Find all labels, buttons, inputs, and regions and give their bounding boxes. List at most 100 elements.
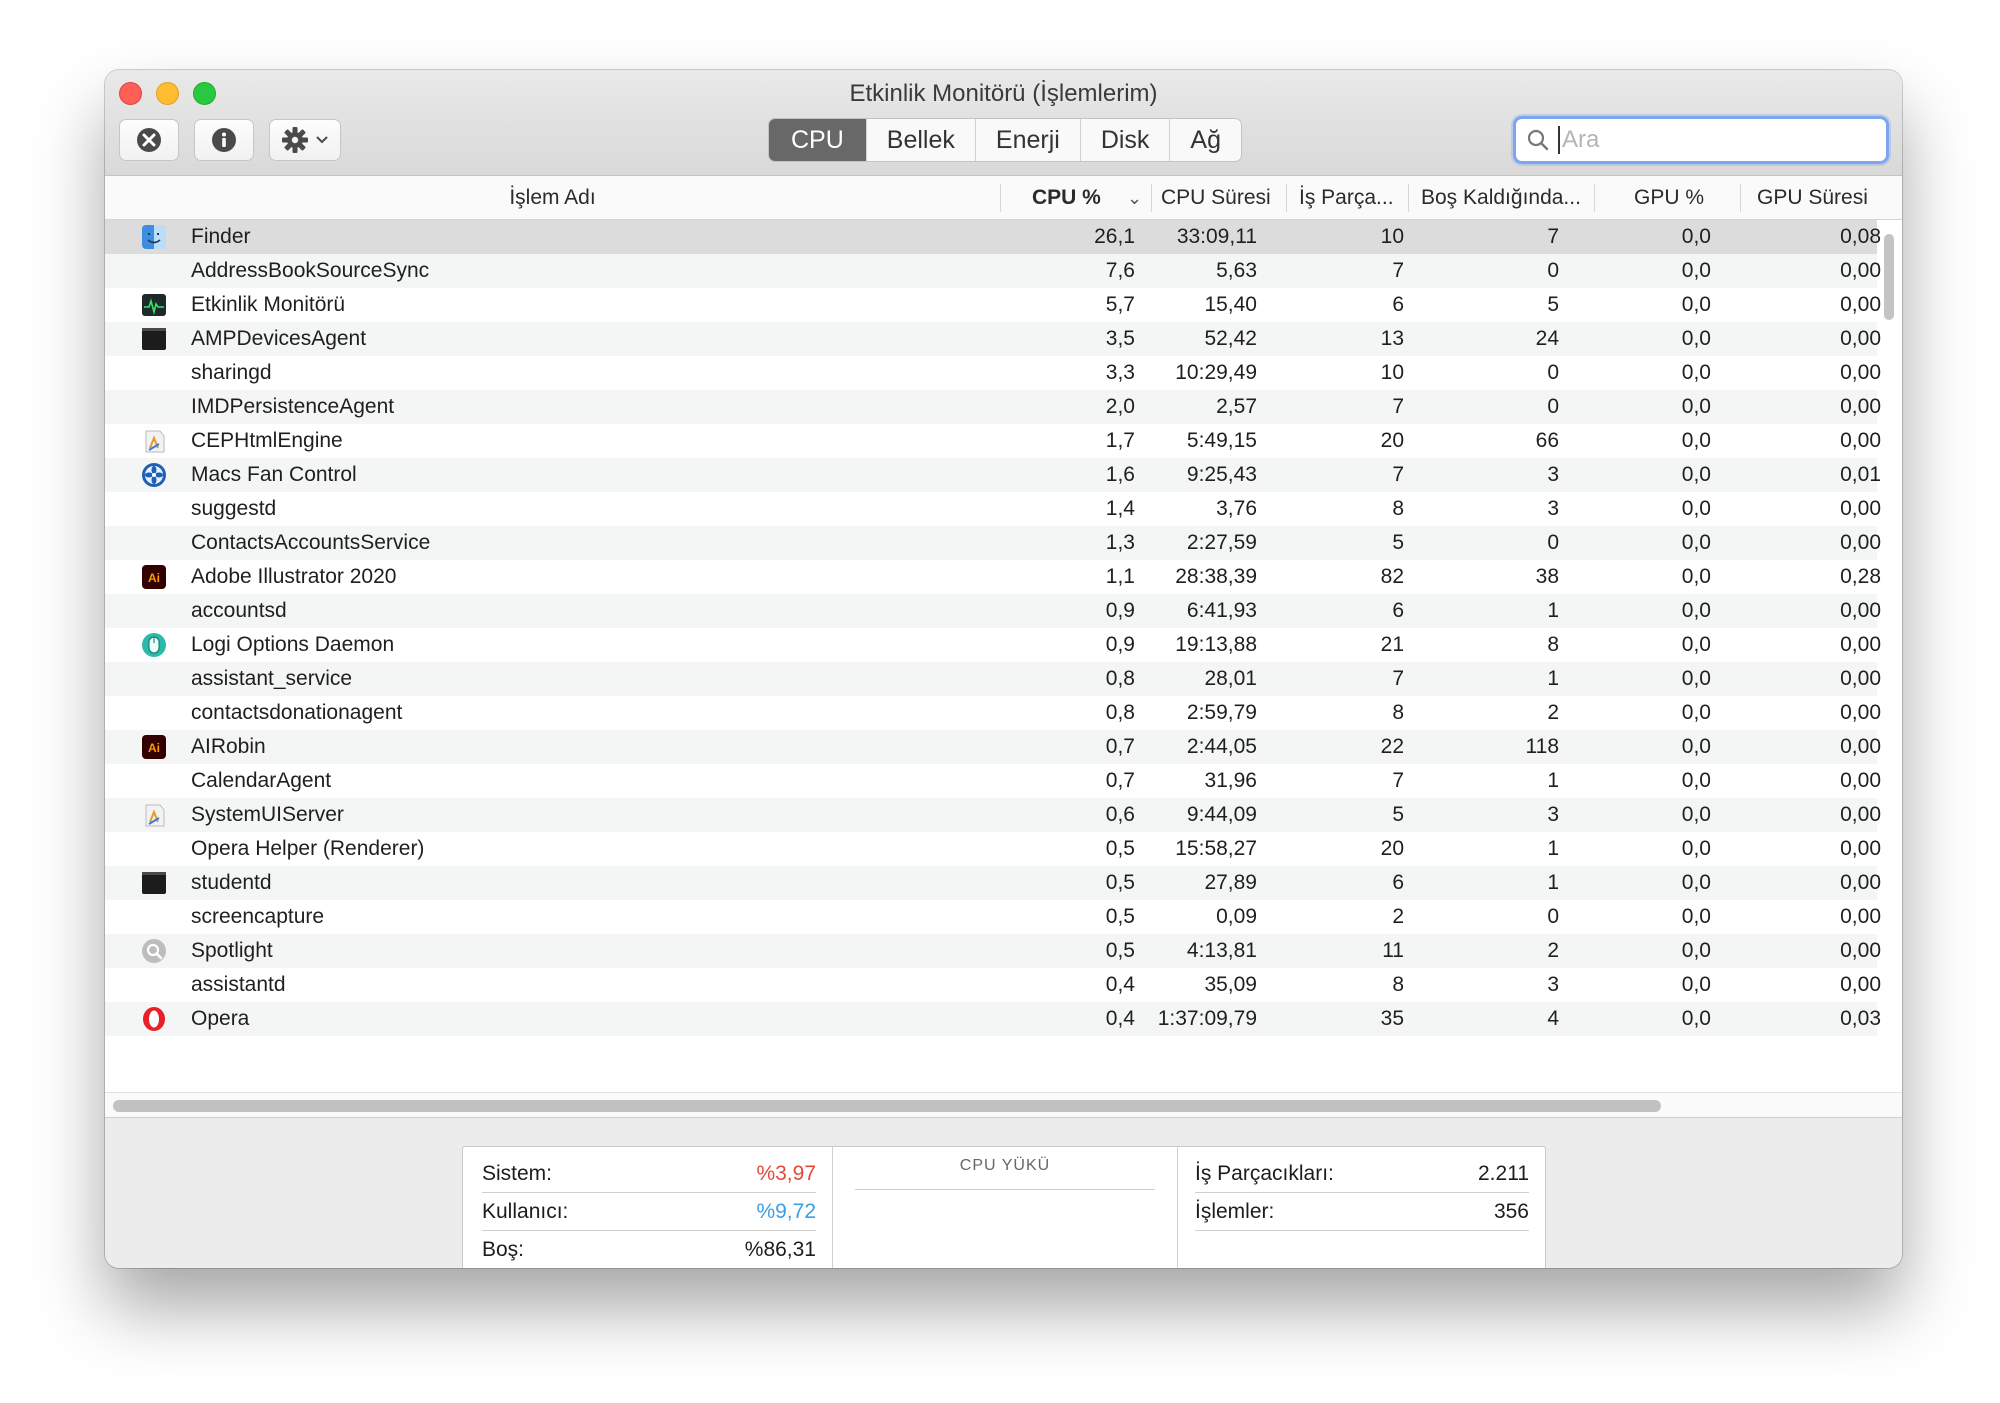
- process-idle-wakeups: 0: [1547, 361, 1559, 384]
- table-row[interactable]: Ai AIRobin 0,7 2:44,05 22 118 0,0 0,00: [105, 730, 1881, 764]
- table-row[interactable]: studentd 0,5 27,89 6 1 0,0 0,00: [105, 866, 1881, 900]
- process-threads: 10: [1380, 361, 1404, 384]
- table-row[interactable]: Opera 0,4 1:37:09,79 35 4 0,0 0,03: [105, 1002, 1881, 1036]
- tab-energy[interactable]: Enerji: [974, 119, 1080, 161]
- horizontal-scrollbar[interactable]: [113, 1100, 1661, 1112]
- x-circle-icon: [137, 128, 161, 152]
- process-cpu: 5,7: [1105, 293, 1135, 316]
- process-threads: 7: [1392, 667, 1404, 690]
- process-idle-wakeups: 1: [1547, 667, 1559, 690]
- process-idle-wakeups: 1: [1547, 769, 1559, 792]
- table-row[interactable]: Etkinlik Monitörü 5,7 15,40 6 5 0,0 0,00: [105, 288, 1881, 322]
- process-cpu: 1,3: [1105, 531, 1135, 554]
- cpu-usage-stats: Sistem: %3,97 Kullanıcı: %9,72 Boş: %86,…: [463, 1147, 833, 1268]
- column-header-idle-wakeups[interactable]: Boş Kaldığında...: [1421, 176, 1581, 220]
- process-threads: 6: [1392, 599, 1404, 622]
- process-cpu-time: 28:38,39: [1175, 565, 1257, 588]
- table-row[interactable]: CalendarAgent 0,7 31,96 7 1 0,0 0,00: [105, 764, 1881, 798]
- process-name: Etkinlik Monitörü: [191, 293, 346, 316]
- table-row[interactable]: Spotlight 0,5 4:13,81 11 2 0,0 0,00: [105, 934, 1881, 968]
- column-header-cpu-time[interactable]: CPU Süresi: [1161, 176, 1271, 220]
- process-idle-wakeups: 24: [1535, 327, 1559, 350]
- table-row[interactable]: Logi Options Daemon 0,9 19:13,88 21 8 0,0 0,00: [105, 628, 1881, 662]
- table-row[interactable]: contactsdonationagent 0,8 2:59,79 8 2 0,0 0,00: [105, 696, 1881, 730]
- process-idle-wakeups: 0: [1547, 905, 1559, 928]
- tab-network[interactable]: Ağ: [1169, 119, 1241, 161]
- column-divider[interactable]: [1286, 184, 1287, 212]
- process-name: sharingd: [191, 361, 272, 384]
- column-divider[interactable]: [1000, 184, 1001, 212]
- process-cpu-time: 28,01: [1204, 667, 1257, 690]
- column-header-gpu-time[interactable]: GPU Süresi: [1757, 176, 1868, 220]
- process-idle-wakeups: 5: [1547, 293, 1559, 316]
- process-threads: 35: [1380, 1007, 1404, 1030]
- process-cpu-time: 1:37:09,79: [1157, 1007, 1257, 1030]
- process-cpu: 3,5: [1105, 327, 1135, 350]
- process-cpu: 3,3: [1105, 361, 1135, 384]
- stat-user-value: %9,72: [756, 1200, 816, 1223]
- process-gpu-time: 0,00: [1840, 293, 1881, 316]
- table-row[interactable]: Ai Adobe Illustrator 2020 1,1 28:38,39 82 38 0…: [105, 560, 1881, 594]
- column-header-cpu[interactable]: CPU %: [1032, 176, 1101, 220]
- process-gpu: 0,0: [1681, 769, 1711, 792]
- table-row[interactable]: assistantd 0,4 35,09 8 3 0,0 0,00: [105, 968, 1881, 1002]
- svg-text:Ai: Ai: [148, 741, 160, 755]
- tab-cpu[interactable]: CPU: [769, 119, 866, 161]
- column-header-gpu[interactable]: GPU %: [1634, 176, 1704, 220]
- table-row[interactable]: IMDPersistenceAgent 2,0 2,57 7 0 0,0 0,00: [105, 390, 1881, 424]
- tab-memory[interactable]: Bellek: [865, 119, 975, 161]
- process-gpu: 0,0: [1681, 939, 1711, 962]
- table-row[interactable]: assistant_service 0,8 28,01 7 1 0,0 0,00: [105, 662, 1881, 696]
- process-cpu: 0,8: [1105, 701, 1135, 724]
- tab-disk[interactable]: Disk: [1079, 119, 1170, 161]
- search-input[interactable]: [1558, 126, 1858, 154]
- process-name: suggestd: [191, 497, 277, 520]
- process-name: Opera: [191, 1007, 250, 1030]
- actions-menu-button[interactable]: [269, 119, 341, 161]
- process-name: Adobe Illustrator 2020: [191, 565, 397, 588]
- table-row[interactable]: AMPDevicesAgent 3,5 52,42 13 24 0,0 0,00: [105, 322, 1881, 356]
- process-gpu-time: 0,00: [1840, 939, 1881, 962]
- process-cpu-time: 2:44,05: [1186, 735, 1257, 758]
- column-divider[interactable]: [1151, 184, 1152, 212]
- process-cpu: 1,1: [1105, 565, 1135, 588]
- column-header-threads[interactable]: İş Parça...: [1299, 176, 1394, 220]
- table-row[interactable]: AddressBookSourceSync 7,6 5,63 7 0 0,0 0,00: [105, 254, 1881, 288]
- process-gpu: 0,0: [1681, 565, 1711, 588]
- search-field[interactable]: [1513, 116, 1889, 164]
- table-row[interactable]: sharingd 3,3 10:29,49 10 0 0,0 0,00: [105, 356, 1881, 390]
- process-threads: 21: [1380, 633, 1404, 656]
- table-row[interactable]: screencapture 0,5 0,09 2 0 0,0 0,00: [105, 900, 1881, 934]
- table-row[interactable]: Finder 26,1 33:09,11 10 7 0,0 0,08: [105, 220, 1881, 254]
- process-cpu-time: 15:58,27: [1175, 837, 1257, 860]
- app-generic-icon: [141, 428, 167, 454]
- table-row[interactable]: suggestd 1,4 3,76 8 3 0,0 0,00: [105, 492, 1881, 526]
- terminal-icon: [141, 326, 167, 352]
- table-row[interactable]: SystemUIServer 0,6 9:44,09 5 3 0,0 0,00: [105, 798, 1881, 832]
- process-idle-wakeups: 0: [1547, 259, 1559, 282]
- spotlight-icon: [141, 938, 167, 964]
- column-header-name[interactable]: İşlem Adı: [105, 176, 1000, 220]
- process-idle-wakeups: 38: [1535, 565, 1559, 588]
- process-cpu: 2,0: [1105, 395, 1135, 418]
- chevron-down-icon: [316, 136, 328, 144]
- process-gpu: 0,0: [1681, 735, 1711, 758]
- process-gpu: 0,0: [1681, 1007, 1711, 1030]
- table-row[interactable]: accountsd 0,9 6:41,93 6 1 0,0 0,00: [105, 594, 1881, 628]
- process-cpu: 0,7: [1105, 769, 1135, 792]
- process-gpu: 0,0: [1681, 871, 1711, 894]
- table-row[interactable]: Opera Helper (Renderer) 0,5 15:58,27 20 1 0,0…: [105, 832, 1881, 866]
- table-row[interactable]: CEPHtmlEngine 1,7 5:49,15 20 66 0,0 0,00: [105, 424, 1881, 458]
- column-divider[interactable]: [1594, 184, 1595, 212]
- process-name: IMDPersistenceAgent: [191, 395, 395, 418]
- vertical-scrollbar[interactable]: [1884, 234, 1894, 320]
- process-name: Logi Options Daemon: [191, 633, 395, 656]
- process-threads: 11: [1382, 939, 1404, 962]
- stop-process-button[interactable]: [119, 119, 179, 161]
- table-row[interactable]: ContactsAccountsService 1,3 2:27,59 5 0 0,0 0,…: [105, 526, 1881, 560]
- inspect-process-button[interactable]: [194, 119, 254, 161]
- table-row[interactable]: Macs Fan Control 1,6 9:25,43 7 3 0,0 0,01: [105, 458, 1881, 492]
- process-cpu: 1,6: [1105, 463, 1135, 486]
- column-divider[interactable]: [1740, 184, 1741, 212]
- column-divider[interactable]: [1408, 184, 1409, 212]
